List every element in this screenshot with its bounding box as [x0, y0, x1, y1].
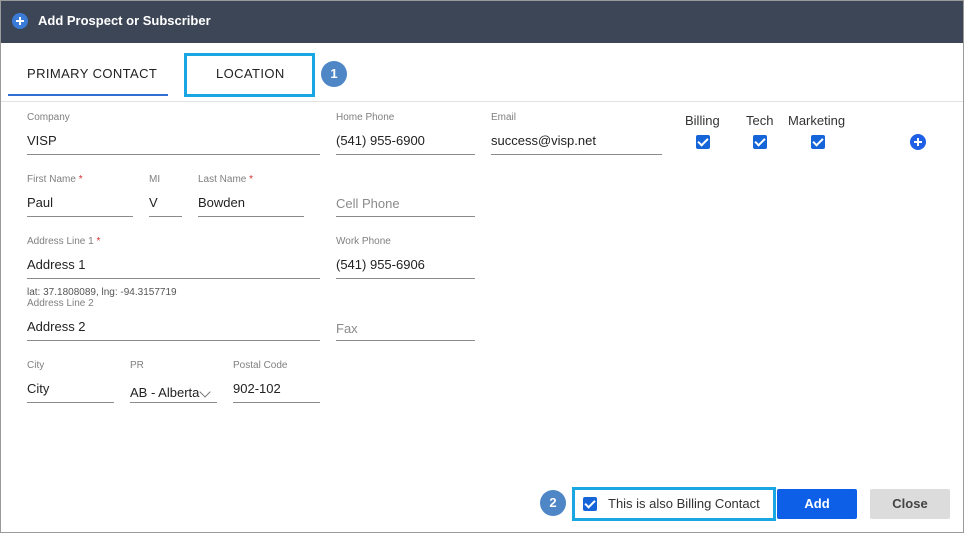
fax-underline	[336, 340, 475, 341]
company-underline	[27, 154, 320, 155]
dialog-title: Add Prospect or Subscriber	[38, 13, 211, 28]
first-name-underline	[27, 216, 133, 217]
last-name-label-wrap: Last Name *	[198, 174, 253, 185]
address-line-2-underline	[27, 340, 320, 341]
billing-contact-label: This is also Billing Contact	[608, 496, 760, 511]
last-name-label: Last Name	[198, 174, 247, 185]
email-underline	[491, 154, 662, 155]
cell-phone-placeholder[interactable]: Cell Phone	[336, 196, 400, 211]
active-tab-indicator	[8, 94, 168, 96]
email-field[interactable]: Email success@visp.net	[491, 112, 662, 156]
first-name-value[interactable]: Paul	[27, 195, 133, 210]
home-phone-value[interactable]: (541) 955-6900	[336, 133, 475, 148]
lat-lng-text: lat: 37.1808089, lng: -94.3157719	[27, 287, 177, 298]
address-line-1-required: *	[96, 236, 101, 247]
home-phone-underline	[336, 154, 475, 155]
address-line-1-underline	[27, 278, 320, 279]
tech-checkbox[interactable]	[753, 135, 767, 149]
close-button[interactable]: Close	[870, 489, 950, 519]
work-phone-label: Work Phone	[336, 236, 391, 247]
province-underline	[130, 402, 217, 403]
province-value[interactable]: AB - Alberta	[130, 385, 200, 400]
cell-phone-underline	[336, 216, 475, 217]
home-phone-label: Home Phone	[336, 112, 395, 123]
callout-box-location	[184, 53, 315, 97]
add-button[interactable]: Add	[777, 489, 857, 519]
tabs-divider	[1, 101, 963, 102]
tech-column-label: Tech	[746, 113, 774, 128]
first-name-label: First Name	[27, 174, 76, 185]
dialog-titlebar: Add Prospect or Subscriber	[1, 1, 963, 43]
billing-checkbox[interactable]	[696, 135, 710, 149]
company-label: Company	[27, 112, 70, 123]
province-label: PR	[130, 360, 144, 371]
address-line-2-value[interactable]: Address 2	[27, 319, 320, 334]
tab-primary-contact[interactable]: PRIMARY CONTACT	[27, 66, 157, 81]
city-field[interactable]: City City	[27, 360, 114, 404]
mi-label: MI	[149, 174, 161, 185]
address-line-1-label-wrap: Address Line 1 *	[27, 236, 100, 247]
address-line-2-field[interactable]: Address Line 2 Address 2	[27, 298, 320, 342]
email-label: Email	[491, 112, 517, 123]
first-name-field[interactable]: First Name * Paul	[27, 174, 133, 218]
address-line-1-value[interactable]: Address 1	[27, 257, 320, 272]
marketing-checkbox[interactable]	[811, 135, 825, 149]
company-field[interactable]: Company VISP	[27, 112, 320, 156]
address-line-2-label: Address Line 2	[27, 298, 94, 309]
mi-value[interactable]: V	[149, 195, 182, 210]
address-line-1-field[interactable]: Address Line 1 * Address 1	[27, 236, 320, 280]
mi-underline	[149, 216, 182, 217]
postal-code-underline	[233, 402, 320, 403]
first-name-required: *	[78, 174, 83, 185]
city-underline	[27, 402, 114, 403]
callout-badge-1: 1	[321, 61, 347, 87]
callout-badge-2: 2	[540, 490, 566, 516]
last-name-underline	[198, 216, 304, 217]
city-label: City	[27, 360, 45, 371]
mi-field[interactable]: MI V	[149, 174, 182, 218]
city-value[interactable]: City	[27, 381, 114, 396]
company-value[interactable]: VISP	[27, 133, 320, 148]
email-value[interactable]: success@visp.net	[491, 133, 662, 148]
postal-code-label: Postal Code	[233, 360, 288, 371]
postal-code-field[interactable]: Postal Code 902-102	[233, 360, 320, 404]
billing-contact-checkbox[interactable]	[583, 497, 597, 511]
plus-circle-icon	[12, 13, 28, 29]
work-phone-underline	[336, 278, 475, 279]
add-prospect-dialog: Add Prospect or Subscriber PRIMARY CONTA…	[0, 0, 964, 533]
marketing-column-label: Marketing	[788, 113, 846, 128]
billing-column-label: Billing	[685, 113, 720, 128]
first-name-label-wrap: First Name *	[27, 174, 83, 185]
last-name-value[interactable]: Bowden	[198, 195, 304, 210]
last-name-required: *	[249, 174, 254, 185]
home-phone-field[interactable]: Home Phone (541) 955-6900	[336, 112, 475, 156]
address-line-1-label: Address Line 1	[27, 236, 94, 247]
fax-placeholder[interactable]: Fax	[336, 321, 358, 336]
add-contact-plus-icon[interactable]	[910, 134, 926, 150]
cell-phone-field[interactable]: Cell Phone	[336, 174, 475, 218]
postal-code-value[interactable]: 902-102	[233, 381, 320, 396]
last-name-field[interactable]: Last Name * Bowden	[198, 174, 304, 218]
work-phone-field[interactable]: Work Phone (541) 955-6906	[336, 236, 475, 280]
fax-field[interactable]: Fax	[336, 298, 475, 342]
work-phone-value[interactable]: (541) 955-6906	[336, 257, 475, 272]
